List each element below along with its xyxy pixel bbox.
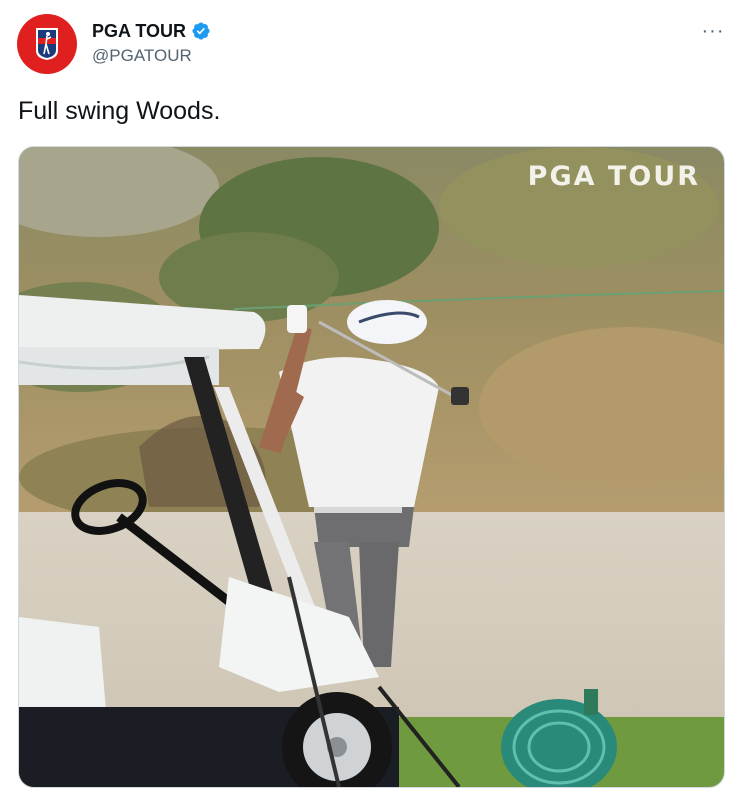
media-image xyxy=(19,147,724,787)
pga-tour-logo-icon xyxy=(36,28,58,60)
author-name-row: PGA TOUR xyxy=(92,20,211,42)
more-dots-icon: ··· xyxy=(701,19,725,42)
tweet-text: Full swing Woods. xyxy=(18,97,221,125)
verified-badge-icon xyxy=(192,22,210,40)
author-display-name[interactable]: PGA TOUR xyxy=(92,20,186,42)
author-handle[interactable]: @PGATOUR xyxy=(92,46,192,66)
tweet: PGA TOUR @PGATOUR ··· Full swing Woods. xyxy=(0,0,745,788)
pga-tour-watermark: PGA TOUR xyxy=(527,161,700,192)
tweet-media-video[interactable]: PGA TOUR xyxy=(18,146,725,788)
more-options-button[interactable]: ··· xyxy=(698,18,728,44)
author-avatar[interactable] xyxy=(17,14,77,74)
